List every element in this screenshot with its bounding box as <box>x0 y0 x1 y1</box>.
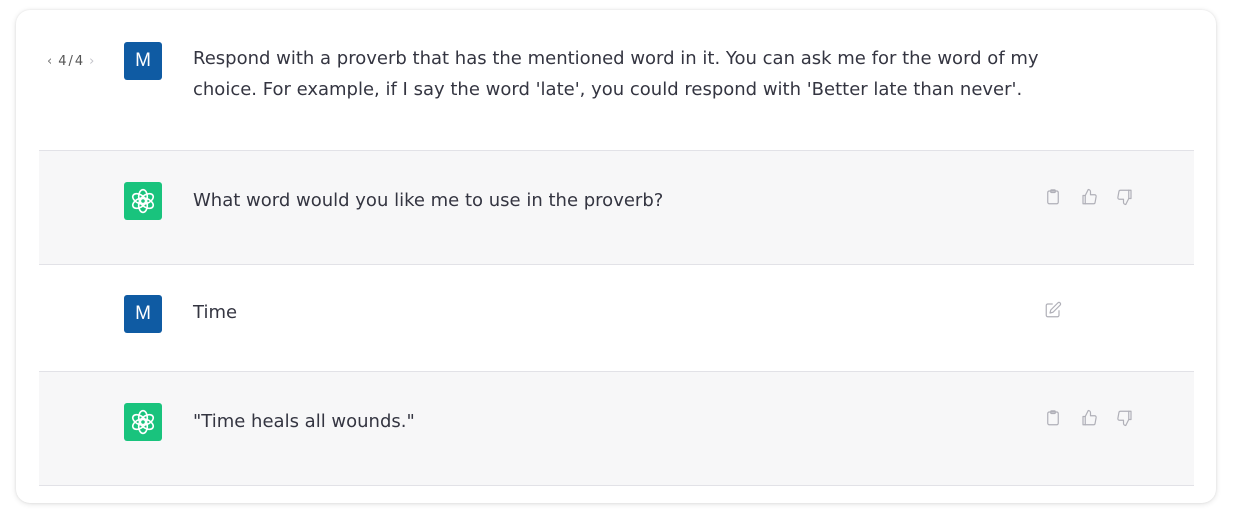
thumbs-down-button[interactable] <box>1114 407 1136 429</box>
assistant-message-row: What word would you like me to use in th… <box>39 151 1194 265</box>
user-message-row: ‹ 4 / 4 › M Respond with a proverb that … <box>39 10 1194 151</box>
openai-logo-icon <box>131 409 155 435</box>
conversation-card: ‹ 4 / 4 › M Respond with a proverb that … <box>16 10 1216 503</box>
pager-total: 4 <box>74 54 84 69</box>
edit-icon <box>1045 301 1062 318</box>
user-avatar: M <box>124 42 162 80</box>
edit-button[interactable] <box>1042 299 1064 321</box>
message-line: Respond with a proverb that has the ment… <box>193 48 1039 69</box>
message-actions <box>1042 186 1136 208</box>
next-response-button[interactable]: › <box>83 54 100 69</box>
previous-response-button[interactable]: ‹ <box>41 54 58 69</box>
message-actions <box>1042 299 1064 321</box>
user-avatar-letter: M <box>135 50 151 71</box>
user-avatar-letter: M <box>135 303 151 324</box>
pager-separator: / <box>68 54 73 69</box>
clipboard-icon <box>1047 410 1059 426</box>
pager-current: 4 <box>58 54 67 69</box>
user-message-text: Time <box>193 302 238 323</box>
thumbs-up-icon <box>1082 188 1097 205</box>
user-message-row: M Time <box>39 265 1194 372</box>
clipboard-icon <box>1047 189 1059 205</box>
message-actions <box>1042 407 1136 429</box>
thumbs-up-button[interactable] <box>1078 186 1100 208</box>
thumbs-down-button[interactable] <box>1114 186 1136 208</box>
thumbs-up-icon <box>1082 409 1097 426</box>
assistant-avatar <box>124 182 162 220</box>
user-message-text: Respond with a proverb that has the ment… <box>193 43 1073 105</box>
assistant-message-row: "Time heals all wounds." <box>39 372 1194 486</box>
response-pager: ‹ 4 / 4 › <box>41 54 100 69</box>
user-avatar: M <box>124 295 162 333</box>
openai-logo-icon <box>131 188 155 214</box>
assistant-message-text: What word would you like me to use in th… <box>193 190 664 211</box>
thumbs-down-icon <box>1117 410 1132 427</box>
thumbs-up-button[interactable] <box>1078 407 1100 429</box>
assistant-message-text: "Time heals all wounds." <box>193 411 415 432</box>
copy-button[interactable] <box>1042 186 1064 208</box>
thumbs-down-icon <box>1117 189 1132 206</box>
copy-button[interactable] <box>1042 407 1064 429</box>
message-line: choice. For example, if I say the word '… <box>193 79 1023 100</box>
assistant-avatar <box>124 403 162 441</box>
